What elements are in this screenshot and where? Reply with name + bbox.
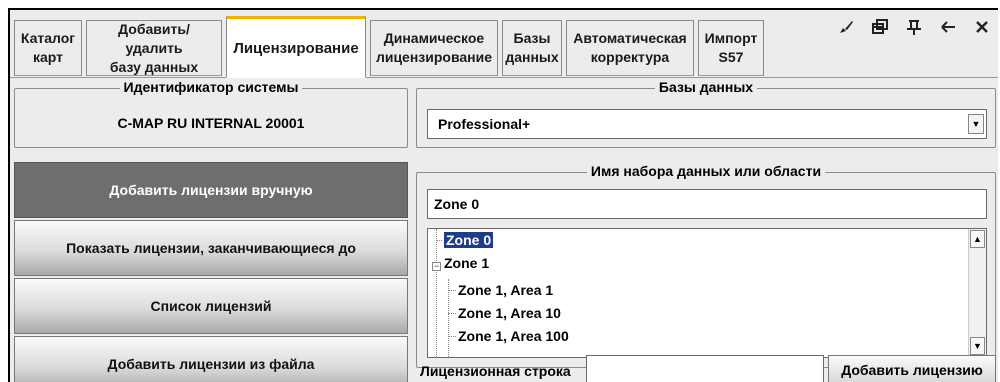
tab-databases[interactable]: Базы данных (502, 20, 562, 76)
window-controls (836, 18, 992, 42)
add-licenses-manually-button[interactable]: Добавить лицензии вручную (14, 162, 408, 218)
dataset-name-input[interactable]: Zone 0 (427, 189, 987, 219)
database-select[interactable]: Professional+ ▼ (427, 109, 987, 139)
tab-dynamic-licensing[interactable]: Динамическое лицензирование (370, 20, 498, 76)
system-id-value: C-MAP RU INTERNAL 20001 (117, 115, 305, 131)
tab-bar: Каталог карт Добавить/удалить базу данны… (10, 10, 998, 78)
system-id-group: Идентификатор системы C-MAP RU INTERNAL … (14, 79, 408, 148)
close-icon[interactable] (972, 18, 992, 42)
tab-chart-catalog[interactable]: Каталог карт (14, 20, 82, 76)
database-selected-value: Professional+ (438, 116, 531, 132)
show-expiring-licenses-button[interactable]: Показать лицензии, заканчивающиеся до (14, 220, 408, 276)
tree-item[interactable]: Zone 1, Area 1 (458, 280, 553, 300)
tree-item[interactable]: Zone 1, Area 10 (458, 303, 561, 323)
pin-icon[interactable] (904, 18, 924, 42)
databases-label: Базы данных (654, 79, 758, 95)
add-license-button[interactable]: Добавить лицензию (828, 355, 996, 382)
licensing-window: Каталог карт Добавить/удалить базу данны… (8, 8, 998, 382)
scroll-down-icon[interactable]: ▼ (970, 337, 985, 355)
zone-tree[interactable]: − Zone 0 Zone 1 Zone 1, Area 1 Zone 1, A… (427, 228, 987, 358)
brush-icon[interactable] (836, 18, 856, 42)
dataset-label: Имя набора данных или области (586, 163, 826, 179)
scroll-up-icon[interactable]: ▲ (970, 230, 985, 248)
tab-auto-correction[interactable]: Автоматическая корректура (566, 20, 694, 76)
restore-icon[interactable] (870, 18, 890, 42)
back-icon[interactable] (938, 18, 958, 42)
tab-import-s57[interactable]: Импорт S57 (698, 20, 764, 76)
databases-group: Базы данных Professional+ ▼ (416, 79, 996, 148)
license-string-label: Лицензионная строка (420, 363, 571, 379)
tab-add-remove-database[interactable]: Добавить/удалить базу данных (86, 20, 222, 76)
tree-scrollbar[interactable]: ▲ ▼ (968, 229, 986, 357)
tree-item[interactable]: Zone 0 (442, 230, 495, 250)
tab-licensing[interactable]: Лицензирование (226, 16, 366, 78)
license-string-row: Лицензионная строка Добавить лицензию (416, 355, 996, 382)
left-panel: Идентификатор системы C-MAP RU INTERNAL … (10, 78, 412, 382)
license-string-input[interactable] (586, 355, 824, 382)
tree-item[interactable]: Zone 1 (444, 253, 489, 273)
add-licenses-from-file-button[interactable]: Добавить лицензии из файла (14, 336, 408, 382)
tree-item[interactable]: Zone 1, Area 100 (458, 326, 569, 346)
dataset-group: Имя набора данных или области Zone 0 − Z… (416, 163, 996, 368)
collapse-icon[interactable]: − (432, 262, 441, 271)
right-panel: Базы данных Professional+ ▼ Имя набора д… (416, 78, 996, 382)
licensing-content: Идентификатор системы C-MAP RU INTERNAL … (10, 77, 998, 382)
dropdown-arrow-icon[interactable]: ▼ (968, 114, 984, 134)
system-id-label: Идентификатор системы (119, 79, 303, 95)
license-list-button[interactable]: Список лицензий (14, 278, 408, 334)
